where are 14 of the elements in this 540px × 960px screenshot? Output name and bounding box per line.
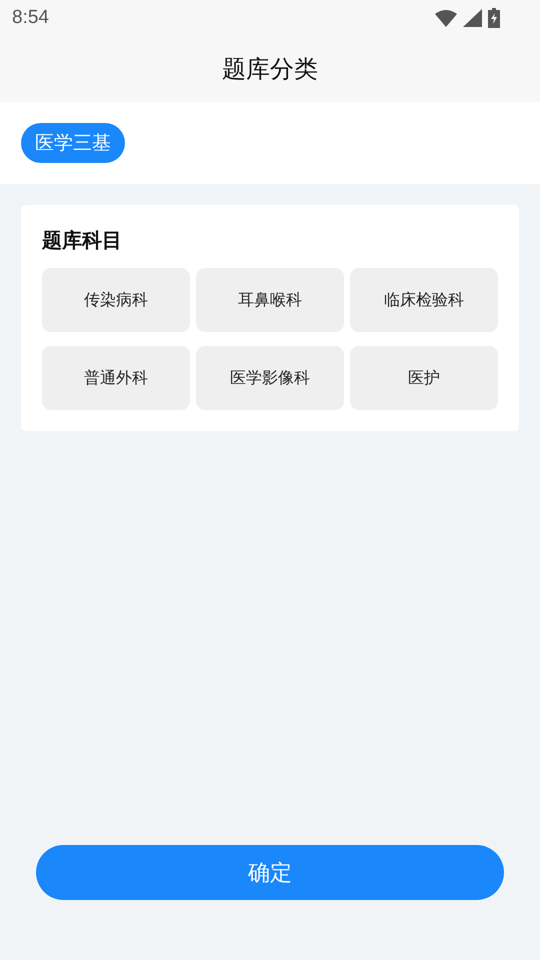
- battery-icon: [488, 8, 500, 28]
- card-title: 题库科目: [42, 227, 123, 254]
- signal-icon: [463, 9, 482, 27]
- subject-button[interactable]: 普通外科: [42, 346, 190, 410]
- category-chip[interactable]: 医学三基: [21, 123, 125, 163]
- subject-button[interactable]: 传染病科: [42, 268, 190, 332]
- confirm-button[interactable]: 确定: [36, 845, 504, 900]
- status-time: 8:54: [12, 7, 49, 29]
- page-title: 题库分类: [222, 54, 318, 85]
- subject-button[interactable]: 医护: [350, 346, 498, 410]
- subject-button[interactable]: 医学影像科: [196, 346, 344, 410]
- wifi-icon: [435, 10, 457, 26]
- subject-button[interactable]: 临床检验科: [350, 268, 498, 332]
- subject-button[interactable]: 耳鼻喉科: [196, 268, 344, 332]
